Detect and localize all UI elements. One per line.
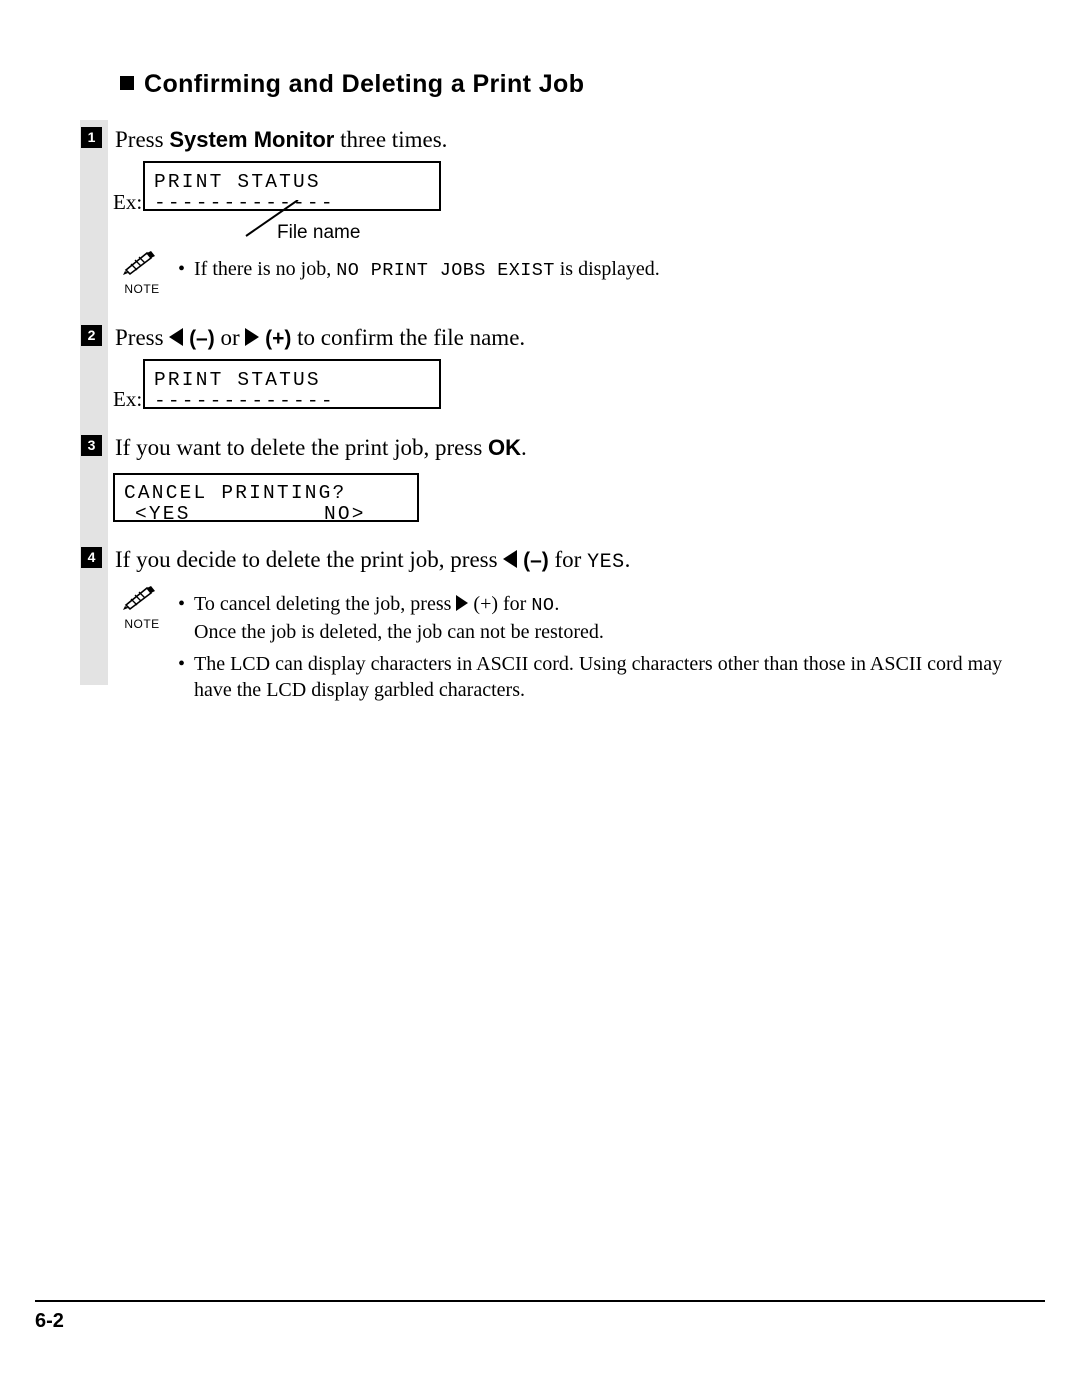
lcd-3-yes-option: <YES bbox=[135, 503, 191, 525]
lcd-3-line-2: <YES NO> bbox=[124, 502, 417, 527]
page-title-text: Confirming and Deleting a Print Job bbox=[144, 70, 585, 98]
right-arrow-icon bbox=[245, 328, 260, 346]
left-arrow-icon bbox=[169, 328, 184, 346]
note-2-line-4: have the LCD display garbled characters. bbox=[194, 679, 525, 701]
step-3-instruction: If you want to delete the print job, pre… bbox=[115, 435, 527, 460]
footer-divider bbox=[35, 1300, 1045, 1302]
pencil-icon bbox=[123, 251, 155, 276]
step-4-instruction: If you decide to delete the print job, p… bbox=[115, 547, 631, 574]
left-arrow-icon-2 bbox=[503, 550, 518, 568]
bullet-square-icon bbox=[120, 76, 134, 90]
note-2-mono-no: NO bbox=[531, 595, 555, 616]
note-icon-2: NOTE bbox=[113, 585, 171, 631]
lcd-display-3: CANCEL PRINTING? <YES NO> bbox=[113, 473, 419, 525]
system-monitor-button-label: System Monitor bbox=[169, 127, 335, 152]
note-text-1: If there is no job, NO PRINT JOBS EXIST … bbox=[178, 256, 660, 284]
section-side-bar bbox=[80, 120, 108, 685]
page-title: Confirming and Deleting a Print Job bbox=[120, 70, 584, 99]
step-1-instruction: Press System Monitor three times. bbox=[115, 127, 448, 152]
step-number-2: 2 bbox=[81, 325, 102, 346]
lcd-2-line-2: ------------- bbox=[154, 390, 335, 412]
step-number-4: 4 bbox=[81, 547, 102, 568]
note-2-line-2: Once the job is deleted, the job can not… bbox=[194, 621, 604, 643]
note-text-2: To cancel deleting the job, press (+) fo… bbox=[178, 591, 1008, 703]
ok-button-label: OK bbox=[488, 435, 522, 460]
lcd-display-2: PRINT STATUS ------------- bbox=[143, 359, 441, 412]
lcd-3-no-option: NO> bbox=[324, 503, 366, 525]
note-icon-1: NOTE bbox=[113, 250, 171, 296]
step-2-instruction: Press (–) or (+) to confirm the file nam… bbox=[115, 325, 526, 350]
footer-page-number: 6-2 bbox=[35, 1310, 64, 1332]
note-2-bullet-line-3: The LCD can display characters in ASCII … bbox=[178, 651, 1008, 677]
callout-file-name-label: File name bbox=[277, 222, 361, 243]
note-1-bullet-line: If there is no job, NO PRINT JOBS EXIST … bbox=[178, 256, 660, 284]
step-number-1: 1 bbox=[81, 127, 102, 148]
note-label-2: NOTE bbox=[124, 617, 160, 631]
right-arrow-icon-2 bbox=[456, 595, 469, 611]
lcd-2-ex-label: Ex: bbox=[113, 387, 143, 411]
note-2-bullet-line-1: To cancel deleting the job, press (+) fo… bbox=[178, 591, 1008, 619]
step-number-3: 3 bbox=[81, 435, 102, 456]
note-label-1: NOTE bbox=[124, 282, 160, 296]
lcd-1-ex-label: Ex: bbox=[113, 190, 143, 214]
pencil-icon-2 bbox=[123, 586, 155, 611]
note-1-mono-text: NO PRINT JOBS EXIST bbox=[336, 260, 555, 281]
